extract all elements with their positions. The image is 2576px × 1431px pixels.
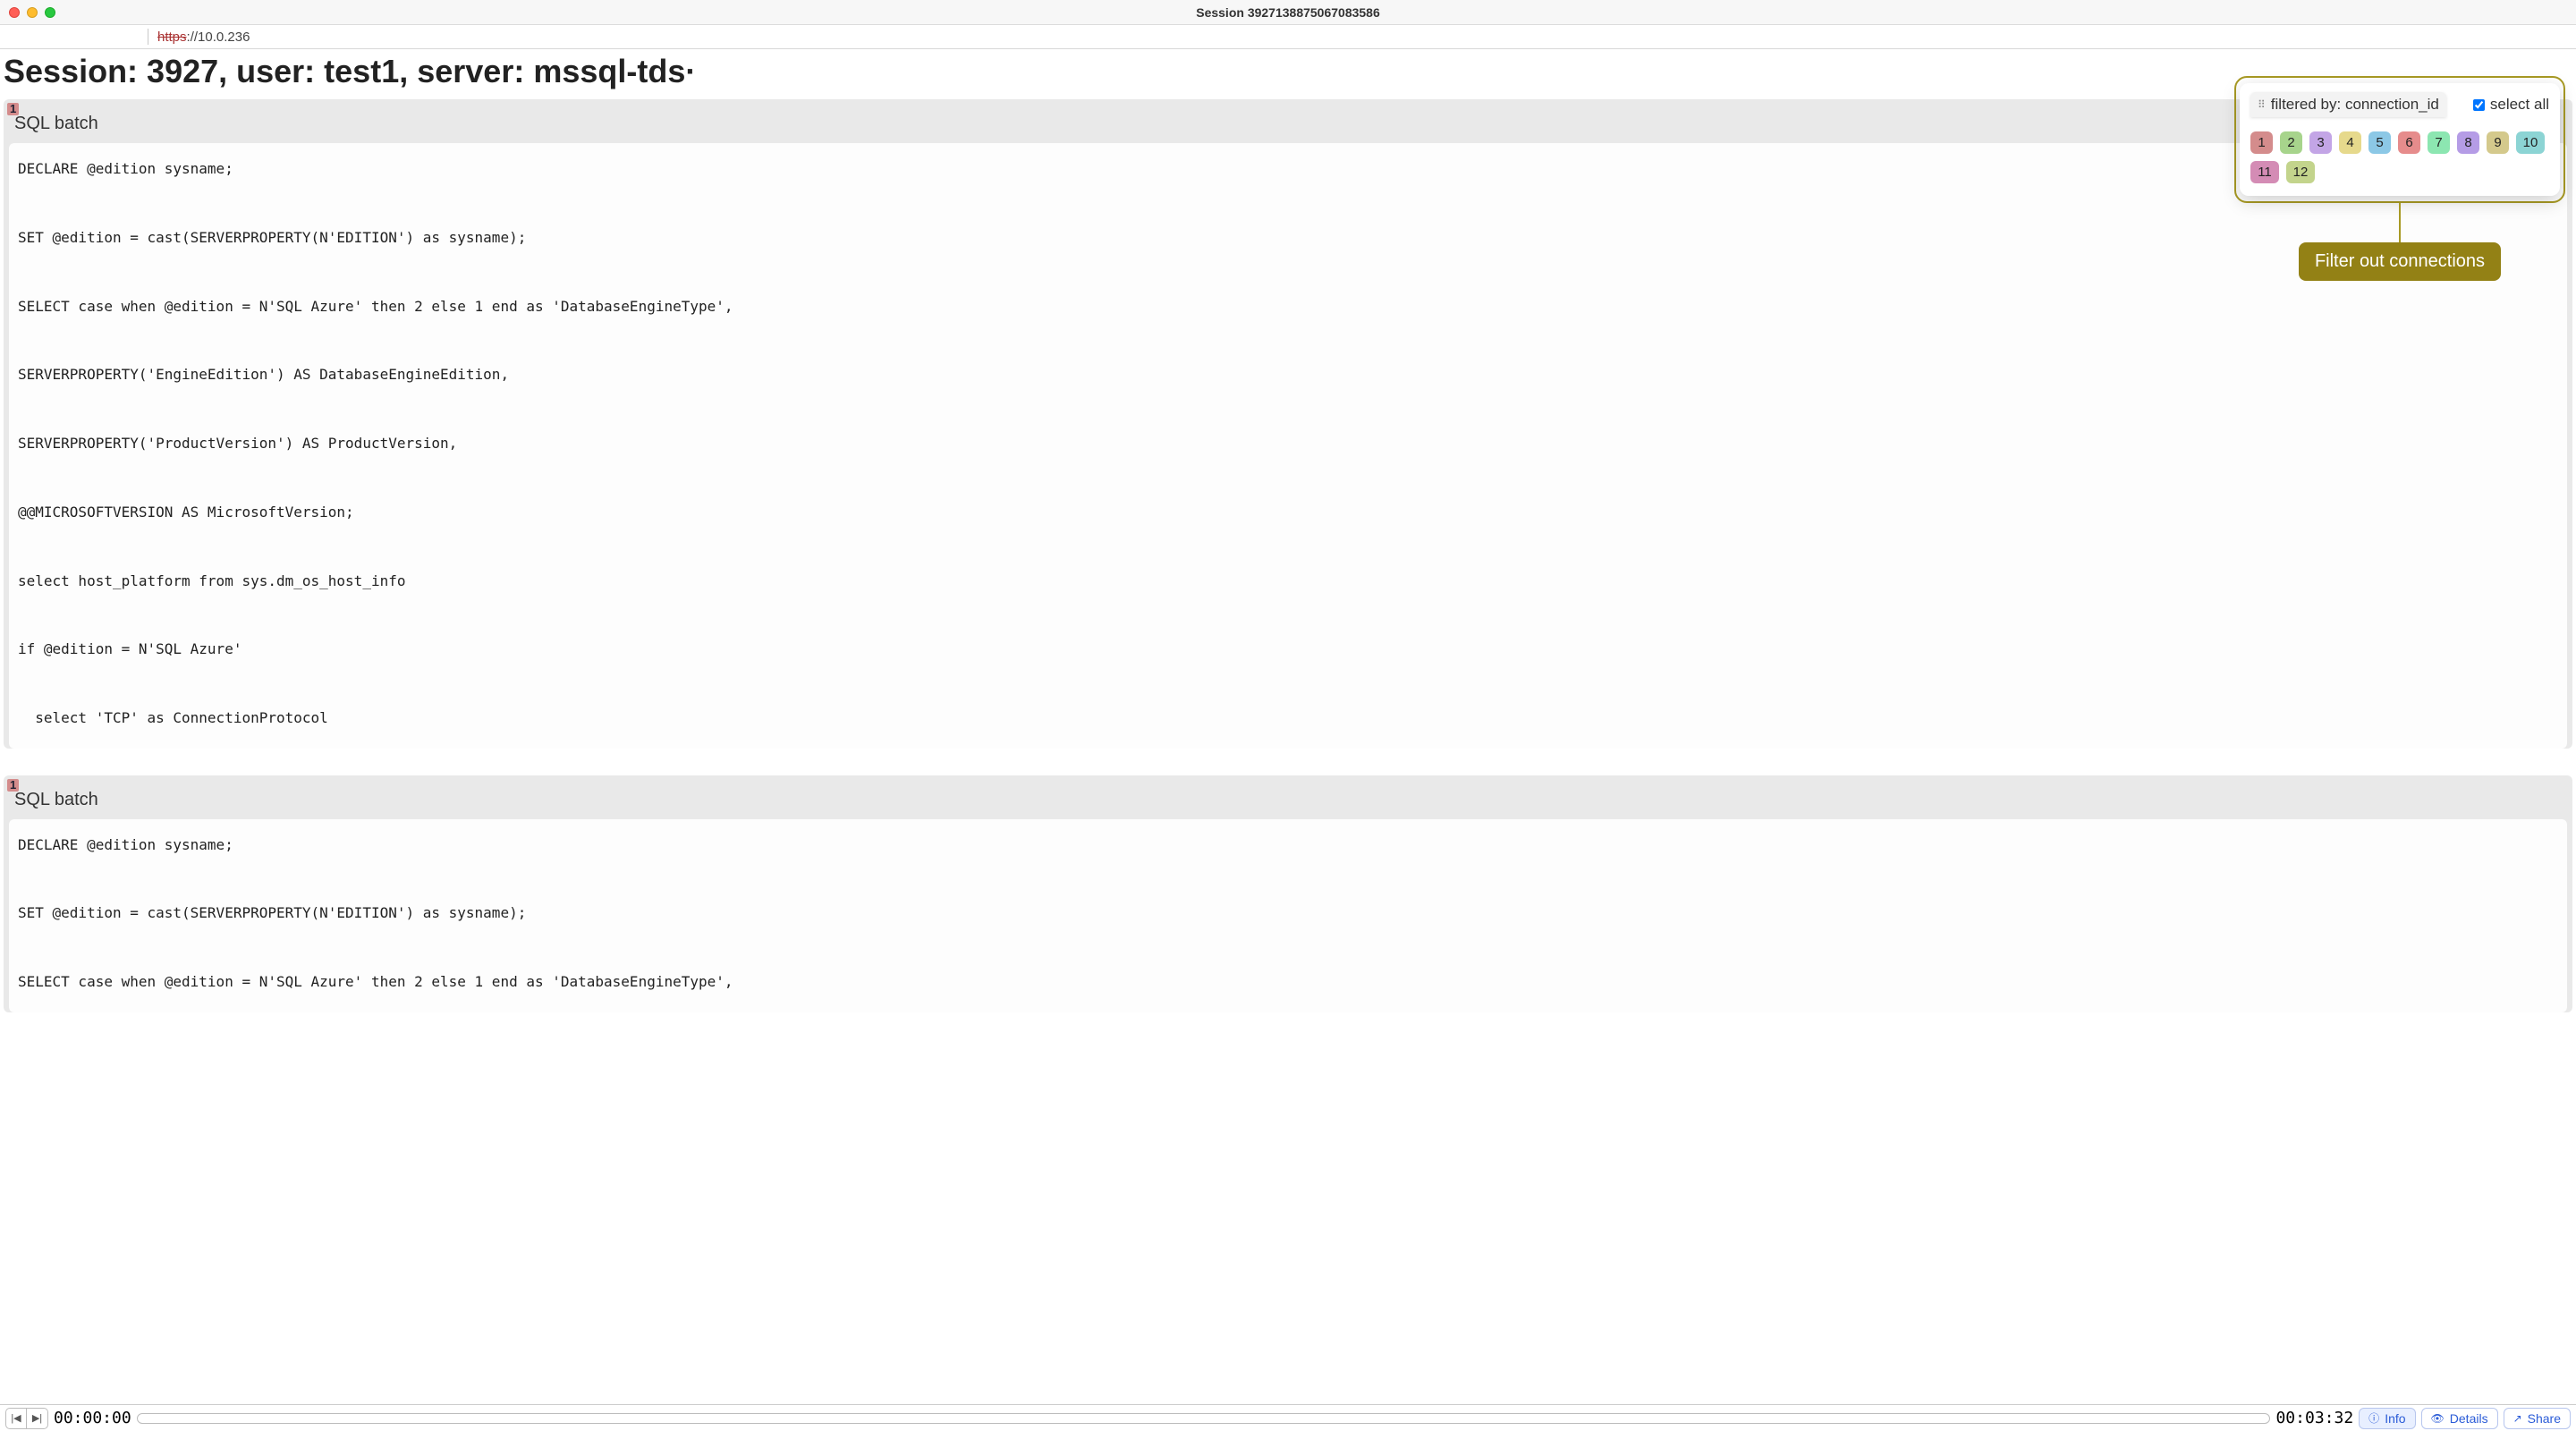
maximize-icon[interactable] xyxy=(45,7,55,18)
window-title: Session 3927138875067083586 xyxy=(0,5,2576,20)
details-button[interactable]: 👁 Details xyxy=(2421,1408,2498,1429)
share-icon: ↗ xyxy=(2513,1412,2522,1425)
eye-icon: 👁 xyxy=(2431,1412,2445,1425)
minimize-icon[interactable] xyxy=(27,7,38,18)
connection-chip-3[interactable]: 3 xyxy=(2309,131,2332,154)
share-label: Share xyxy=(2528,1411,2561,1426)
callout-label: Filter out connections xyxy=(2299,242,2501,281)
connection-chip-1[interactable]: 1 xyxy=(2250,131,2273,154)
info-icon: ⓘ xyxy=(2368,1410,2379,1426)
player-track[interactable] xyxy=(137,1413,2271,1424)
page-title: Session: 3927, user: test1, server: mssq… xyxy=(0,49,2576,99)
connection-chip-8[interactable]: 8 xyxy=(2457,131,2479,154)
step-back-button[interactable]: |◀ xyxy=(5,1408,27,1429)
share-button[interactable]: ↗ Share xyxy=(2504,1408,2571,1429)
url-bar[interactable]: https://10.0.236 xyxy=(0,25,2576,49)
skip-start-icon: |◀ xyxy=(11,1412,21,1424)
grip-icon: ⠿ xyxy=(2258,98,2264,111)
sql-block: 1 SQL batch DECLARE @edition sysname; SE… xyxy=(4,99,2572,749)
url-rest: ://10.0.236 xyxy=(187,30,250,45)
filter-header: ⠿ filtered by: connection_id select all xyxy=(2250,92,2549,124)
skip-end-icon: ▶| xyxy=(32,1412,42,1424)
connection-chip-9[interactable]: 9 xyxy=(2487,131,2509,154)
info-label: Info xyxy=(2385,1411,2405,1426)
window-controls xyxy=(9,7,55,18)
select-all-toggle[interactable]: select all xyxy=(2473,96,2549,114)
filter-label: filtered by: connection_id xyxy=(2271,96,2439,114)
connection-chip-7[interactable]: 7 xyxy=(2428,131,2450,154)
filter-popover: ⠿ filtered by: connection_id select all … xyxy=(2240,83,2560,196)
connection-chip-6[interactable]: 6 xyxy=(2398,131,2420,154)
filter-tab[interactable]: ⠿ filtered by: connection_id xyxy=(2250,92,2446,117)
connection-chip-list: 123456789101112 xyxy=(2250,131,2549,183)
close-icon[interactable] xyxy=(9,7,20,18)
code-panel: DECLARE @edition sysname; SET @edition =… xyxy=(9,819,2567,1012)
callout-connector xyxy=(2399,203,2401,242)
step-buttons: |◀ ▶| xyxy=(5,1408,48,1429)
window-titlebar: Session 3927138875067083586 xyxy=(0,0,2576,25)
connection-chip-4[interactable]: 4 xyxy=(2339,131,2361,154)
code-panel: DECLARE @edition sysname; SET @edition =… xyxy=(9,143,2567,749)
time-end: 00:03:32 xyxy=(2275,1409,2353,1427)
filter-popover-wrap: ⠿ filtered by: connection_id select all … xyxy=(2234,76,2565,281)
block-heading: SQL batch xyxy=(4,99,2572,143)
connection-chip-5[interactable]: 5 xyxy=(2368,131,2391,154)
session-player: |◀ ▶| 00:00:00 00:03:32 ⓘ Info 👁 Details… xyxy=(0,1404,2576,1431)
block-heading: SQL batch xyxy=(4,775,2572,819)
connection-chip-12[interactable]: 12 xyxy=(2286,161,2315,183)
connection-chip-11[interactable]: 11 xyxy=(2250,161,2279,183)
filter-highlight-box: ⠿ filtered by: connection_id select all … xyxy=(2234,76,2565,203)
select-all-checkbox[interactable] xyxy=(2473,99,2485,111)
details-label: Details xyxy=(2450,1411,2488,1426)
time-start: 00:00:00 xyxy=(54,1409,131,1427)
url-scheme: https xyxy=(157,30,187,45)
info-button[interactable]: ⓘ Info xyxy=(2359,1408,2415,1429)
connection-chip-2[interactable]: 2 xyxy=(2280,131,2302,154)
step-forward-button[interactable]: ▶| xyxy=(27,1408,48,1429)
connection-badge: 1 xyxy=(7,103,19,115)
connection-chip-10[interactable]: 10 xyxy=(2516,131,2545,154)
sql-block: 1 SQL batch DECLARE @edition sysname; SE… xyxy=(4,775,2572,1012)
select-all-label: select all xyxy=(2490,96,2549,114)
content-area: Session: 3927, user: test1, server: mssq… xyxy=(0,49,2576,1404)
connection-badge: 1 xyxy=(7,779,19,792)
